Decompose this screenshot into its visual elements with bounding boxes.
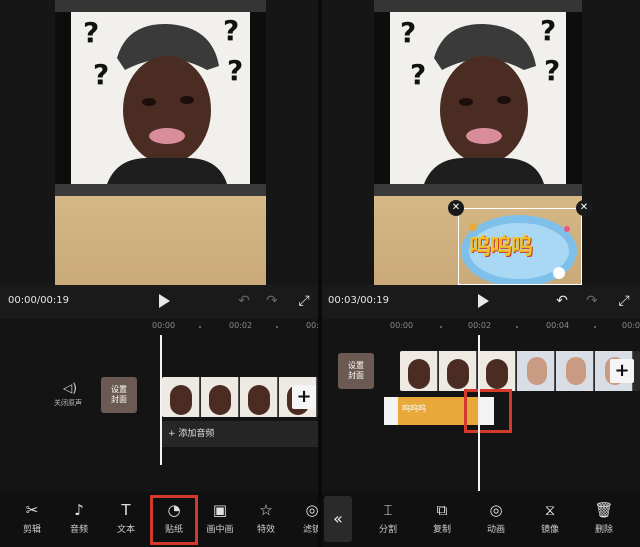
tool-audio[interactable]: ♪ 音频 <box>59 500 99 535</box>
person-face-image <box>424 23 544 184</box>
music-note-icon: ♪ <box>74 501 84 519</box>
ruler-tick: 00:02 <box>229 321 253 330</box>
sticker-overlay[interactable]: 呜呜呜 <box>458 208 582 287</box>
ruler-tick: 00:02 <box>468 321 492 330</box>
ruler-tick: 00:00 <box>152 321 176 330</box>
text-icon: T <box>121 501 131 519</box>
filter-icon: ◎ <box>305 501 318 519</box>
play-button[interactable] <box>474 285 494 319</box>
tool-filter[interactable]: ◎ 滤镜 <box>292 500 318 535</box>
video-thumbnail <box>478 351 516 391</box>
back-button[interactable]: « <box>324 496 352 542</box>
add-audio-button[interactable]: + 添加音频 <box>162 421 318 447</box>
video-frame: ? ? ? ? <box>374 12 582 184</box>
mute-label: 关闭原声 <box>54 399 82 407</box>
copy-icon: ⧉ <box>436 501 448 519</box>
timecode: 00:00/00:19 <box>8 295 70 306</box>
sticker-close-icon[interactable]: ✕ <box>576 200 592 216</box>
ruler-tick: 00:00 <box>390 321 414 330</box>
playhead[interactable] <box>478 335 480 491</box>
timeline[interactable]: 00:00 00:02 00:0 ◁) 关闭原声 设置 封面 + + 添加音频 <box>0 319 318 492</box>
tool-picture-in-picture[interactable]: ▣ 画中画 <box>200 500 240 535</box>
set-cover-button[interactable]: 设置 封面 <box>101 377 137 413</box>
effects-star-icon: ☆ <box>259 501 273 519</box>
time-ruler: 00:00 00:02 00:0 <box>0 321 318 335</box>
ruler-tick: 00:04 <box>546 321 570 330</box>
editor-panel-left: ? ? ? ? 00:00/00:19 ↶ ↷ ⤢ 00:00 00:02 00… <box>0 0 318 547</box>
play-icon <box>478 294 489 308</box>
clip-handle-left[interactable] <box>384 397 398 425</box>
video-track[interactable] <box>400 351 640 391</box>
scissors-icon: ✂ <box>25 501 39 519</box>
cover-label: 设置 封面 <box>348 361 364 380</box>
playback-bar: 00:00/00:19 ↶ ↷ ⤢ <box>0 285 318 319</box>
tool-animation[interactable]: ◎ 动画 <box>476 500 516 535</box>
video-frame: ? ? ? ? <box>55 12 266 184</box>
sticker-close-icon[interactable]: ✕ <box>448 200 464 216</box>
tool-split[interactable]: ⌶ 分割 <box>368 500 408 535</box>
person-face-image <box>107 23 227 184</box>
video-thumbnail <box>162 377 200 417</box>
fullscreen-icon[interactable]: ⤢ <box>296 293 312 309</box>
undo-icon[interactable]: ↶ <box>554 293 570 309</box>
video-thumbnail <box>556 351 594 391</box>
add-clip-button[interactable]: + <box>292 385 316 409</box>
ruler-tick: 00:0 <box>306 321 318 330</box>
ruler-tick: 00:06 <box>622 321 640 330</box>
tool-delete[interactable]: 🗑 删除 <box>584 500 624 535</box>
redo-icon[interactable]: ↷ <box>584 293 600 309</box>
tool-text[interactable]: T 文本 <box>106 500 146 535</box>
timeline[interactable]: 00:00 00:02 00:04 00:06 设置 封面 + 呜呜呜 <box>322 319 640 492</box>
play-button[interactable] <box>155 285 175 319</box>
bottom-toolbar: « ⌶ 分割 ⧉ 复制 ◎ 动画 ⧖ 镜像 🗑 删除 <box>322 492 640 547</box>
set-cover-button[interactable]: 设置 封面 <box>338 353 374 389</box>
picture-in-picture-icon: ▣ <box>212 501 228 519</box>
sticker-highlight-box <box>150 495 198 545</box>
cover-label: 设置 封面 <box>111 385 127 404</box>
video-thumbnail <box>400 351 438 391</box>
redo-icon[interactable]: ↷ <box>264 293 280 309</box>
play-icon <box>159 294 170 308</box>
video-thumbnail <box>439 351 477 391</box>
split-icon: ⌶ <box>383 501 393 519</box>
mute-original-button[interactable]: ◁) 关闭原声 <box>54 381 82 408</box>
trash-icon: 🗑 <box>594 501 614 519</box>
video-thumbnail <box>517 351 555 391</box>
playhead[interactable] <box>160 335 162 465</box>
tool-mirror[interactable]: ⧖ 镜像 <box>530 500 570 535</box>
playback-bar: 00:03/00:19 ↶ ↷ ⤢ <box>322 285 640 319</box>
clip-end-highlight-box <box>464 389 512 433</box>
mirror-icon: ⧖ <box>544 501 556 519</box>
speaker-icon: ◁) <box>63 381 77 395</box>
sticker-clip-label: 呜呜呜 <box>402 404 426 413</box>
video-thumbnail <box>240 377 278 417</box>
add-clip-button[interactable]: + <box>610 359 634 383</box>
time-ruler: 00:00 00:02 00:04 00:06 <box>322 321 640 335</box>
video-preview[interactable]: ? ? ? ? 呜呜呜 ✕ ✕ <box>374 0 592 287</box>
video-preview[interactable]: ? ? ? ? <box>55 0 266 285</box>
undo-icon[interactable]: ↶ <box>236 293 252 309</box>
timecode: 00:03/00:19 <box>328 295 390 306</box>
fullscreen-icon[interactable]: ⤢ <box>616 293 632 309</box>
tool-effects[interactable]: ☆ 特效 <box>246 500 286 535</box>
animation-icon: ◎ <box>489 501 503 519</box>
bottom-toolbar: ✂ 剪辑 ♪ 音频 T 文本 ◔ 贴纸 ▣ 画中画 ☆ 特效 ◎ 滤镜 <box>0 492 318 547</box>
video-thumbnail <box>201 377 239 417</box>
editor-panel-right: ? ? ? ? 呜呜呜 ✕ ✕ 00:03/00:19 ↶ ↷ ⤢ 00:00 … <box>322 0 640 547</box>
tool-edit[interactable]: ✂ 剪辑 <box>12 500 52 535</box>
sticker-text: 呜呜呜 <box>469 235 533 260</box>
tool-copy[interactable]: ⧉ 复制 <box>422 500 462 535</box>
